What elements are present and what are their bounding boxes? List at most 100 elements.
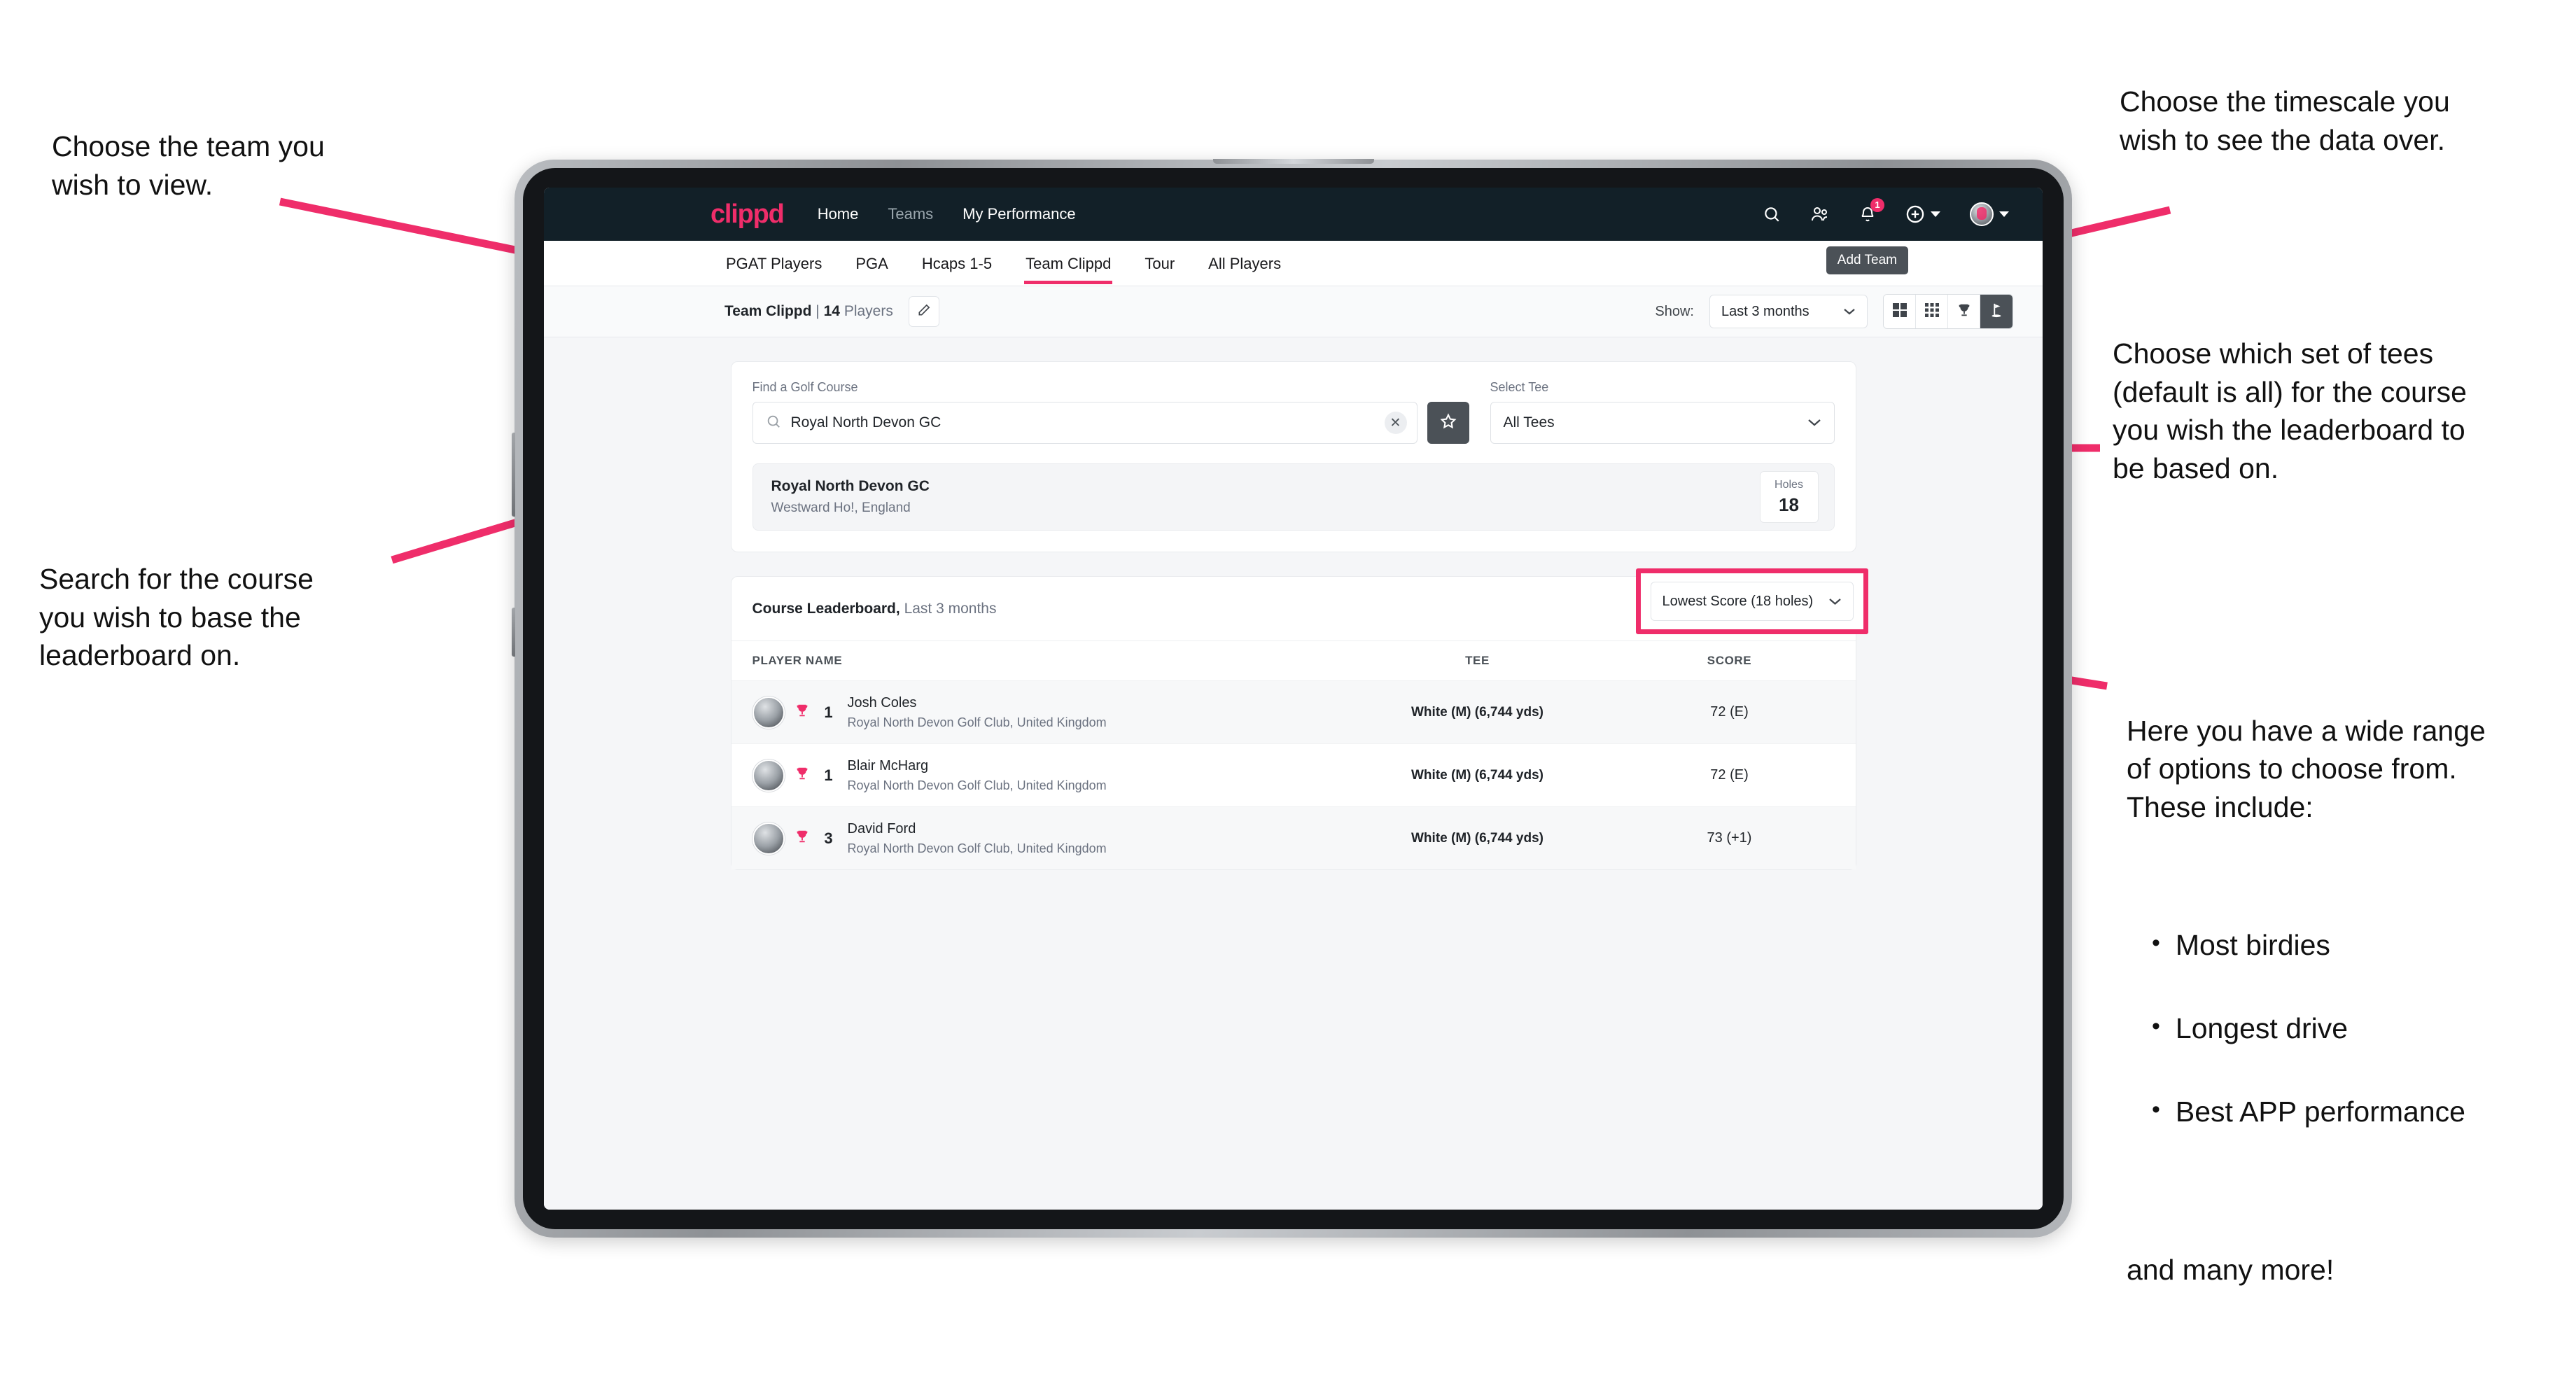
course-search-row: Royal North Devon GC ✕ <box>752 402 1469 444</box>
player-info: David Ford Royal North Devon Golf Club, … <box>848 821 1107 856</box>
table-row[interactable]: 3 David Ford Royal North Devon Golf Club… <box>731 806 1856 869</box>
view-grid-3x3-button[interactable] <box>1916 295 1948 328</box>
chevron-down-icon <box>1843 304 1856 320</box>
clippd-logo[interactable]: clippd <box>710 200 785 230</box>
player-info: Josh Coles Royal North Devon Golf Club, … <box>848 695 1107 730</box>
player-score: 72 (E) <box>1710 704 1749 720</box>
nav-link-teams[interactable]: Teams <box>888 205 933 223</box>
tablet-side-button <box>512 433 515 517</box>
view-grid-2x2-button[interactable] <box>1884 295 1916 328</box>
player-club: Royal North Devon Golf Club, United King… <box>847 841 1107 855</box>
player-name: Josh Coles <box>847 694 917 710</box>
holes-label: Holes <box>1774 478 1803 491</box>
tab-pgat-players[interactable]: PGAT Players <box>724 242 823 284</box>
player-rank: 3 <box>824 829 833 847</box>
team-tabs: PGAT Players PGA Hcaps 1-5 Team Clippd T… <box>544 241 2043 286</box>
view-golf-flag-button[interactable] <box>1980 295 2012 328</box>
course-search-card: Find a Golf Course Royal North Devon GC … <box>730 361 1856 552</box>
leaderboard-column-headers: PLAYER NAME TEE SCORE <box>732 641 1856 680</box>
table-row[interactable]: 1 Josh Coles Royal North Devon Golf Club… <box>731 680 1856 743</box>
trophy-icon <box>794 828 810 848</box>
grid-2x2-icon <box>1892 302 1907 321</box>
leaderboard-metric-select[interactable]: Lowest Score (18 holes) <box>1650 582 1854 621</box>
leaderboard-metric-value: Lowest Score (18 holes) <box>1662 593 1814 609</box>
leaderboard-title-main: Course Leaderboard, <box>752 600 900 617</box>
tab-all-players[interactable]: All Players <box>1207 242 1282 284</box>
course-field-group: Find a Golf Course Royal North Devon GC … <box>752 380 1469 444</box>
metric-highlight-box: Lowest Score (18 holes) <box>1635 568 1868 634</box>
player-tee: White (M) (6,744 yds) <box>1411 830 1544 846</box>
tablet-side-button <box>512 608 515 657</box>
bullet-icon: • <box>2152 930 2160 957</box>
show-label: Show: <box>1655 303 1694 319</box>
leaderboard-title-sub: Last 3 months <box>904 600 997 617</box>
table-row[interactable]: 1 Blair McHarg Royal North Devon Golf Cl… <box>731 743 1856 806</box>
annotation-options-list: • Most birdies • Longest drive • Best APP p… <box>2152 888 2576 1177</box>
player-tee: White (M) (6,744 yds) <box>1411 767 1544 783</box>
trophy-icon <box>794 702 810 722</box>
trophy-icon <box>794 765 810 785</box>
tablet-screen: clippd Home Teams My Performance 1 PGAT … <box>544 188 2043 1210</box>
tab-hcaps-1-5[interactable]: Hcaps 1-5 <box>920 242 993 284</box>
player-cell: 3 David Ford Royal North Devon Golf Club… <box>752 821 1331 856</box>
course-result-text: Royal North Devon GC Westward Ho!, Engla… <box>771 478 930 516</box>
search-icon[interactable] <box>1763 205 1781 223</box>
course-field-label: Find a Golf Course <box>752 380 858 394</box>
view-trophy-button[interactable] <box>1948 295 1980 328</box>
chevron-down-icon <box>1931 211 1940 217</box>
annotation-options-tail: and many more! <box>2127 1253 2334 1286</box>
annotation-option-label: Longest drive <box>2175 1012 2348 1045</box>
player-club: Royal North Devon Golf Club, United King… <box>847 778 1107 792</box>
favorite-course-button[interactable] <box>1427 402 1469 444</box>
primary-nav: Home Teams My Performance <box>818 205 1076 223</box>
timescale-value: Last 3 months <box>1721 303 1809 319</box>
player-rank: 1 <box>824 703 833 721</box>
column-score: SCORE <box>1707 654 1752 667</box>
people-icon[interactable] <box>1810 205 1830 223</box>
player-cell: 1 Josh Coles Royal North Devon Golf Club… <box>752 695 1331 730</box>
search-input[interactable]: Royal North Devon GC ✕ <box>752 402 1418 444</box>
holes-badge: Holes 18 <box>1759 471 1819 523</box>
nav-link-home[interactable]: Home <box>818 205 859 223</box>
chevron-down-icon <box>1807 414 1821 431</box>
timescale-select[interactable]: Last 3 months <box>1709 295 1868 328</box>
player-info: Blair McHarg Royal North Devon Golf Club… <box>848 758 1107 793</box>
tablet-frame: clippd Home Teams My Performance 1 PGAT … <box>512 159 2072 1238</box>
annotation-search-course: Search for the course you wish to base t… <box>39 563 314 672</box>
nav-link-my-performance[interactable]: My Performance <box>962 205 1075 223</box>
player-club: Royal North Devon Golf Club, United King… <box>847 715 1107 729</box>
tee-field-label: Select Tee <box>1490 380 1549 394</box>
trophy-icon <box>1956 302 1972 321</box>
column-player-name: PLAYER NAME <box>752 654 843 667</box>
tab-pga[interactable]: PGA <box>854 242 889 284</box>
edit-team-button[interactable] <box>908 296 939 327</box>
list-item: • Most birdies <box>2152 926 2576 965</box>
list-item: • Longest drive <box>2152 1009 2576 1048</box>
avatar <box>752 822 785 855</box>
screenshot-root: Choose the team you wish to view. Choose… <box>0 0 2576 1386</box>
star-icon <box>1439 412 1457 434</box>
annotation-choose-team: Choose the team you wish to view. <box>52 130 325 201</box>
annotation-options-intro: Here you have a wide range of options to… <box>2127 714 2486 823</box>
tab-tour[interactable]: Tour <box>1143 242 1176 284</box>
player-score: 72 (E) <box>1710 767 1749 783</box>
plus-circle-icon[interactable] <box>1905 204 1940 224</box>
team-players-word: Players <box>844 303 893 319</box>
page-body: Find a Golf Course Royal North Devon GC … <box>544 337 2043 1210</box>
annotation-options: Here you have a wide range of options to… <box>2127 673 2576 1327</box>
search-icon <box>766 414 781 433</box>
tee-select[interactable]: All Tees <box>1490 402 1835 444</box>
bell-icon[interactable]: 1 <box>1859 198 1884 223</box>
close-icon[interactable]: ✕ <box>1384 412 1407 434</box>
player-tee: White (M) (6,744 yds) <box>1411 704 1544 720</box>
tab-team-clippd[interactable]: Team Clippd <box>1024 242 1113 284</box>
course-result-card[interactable]: Royal North Devon GC Westward Ho!, Engla… <box>752 463 1835 531</box>
annotation-choose-tees: Choose which set of tees (default is all… <box>2113 337 2467 484</box>
avatar[interactable] <box>1970 202 2009 226</box>
player-score: 73 (+1) <box>1707 830 1752 846</box>
holes-value: 18 <box>1779 493 1799 515</box>
player-name: David Ford <box>847 820 916 836</box>
annotation-option-label: Most birdies <box>2175 929 2330 962</box>
chevron-down-icon <box>1828 594 1842 610</box>
tablet-bezel: clippd Home Teams My Performance 1 PGAT … <box>523 159 2064 1229</box>
